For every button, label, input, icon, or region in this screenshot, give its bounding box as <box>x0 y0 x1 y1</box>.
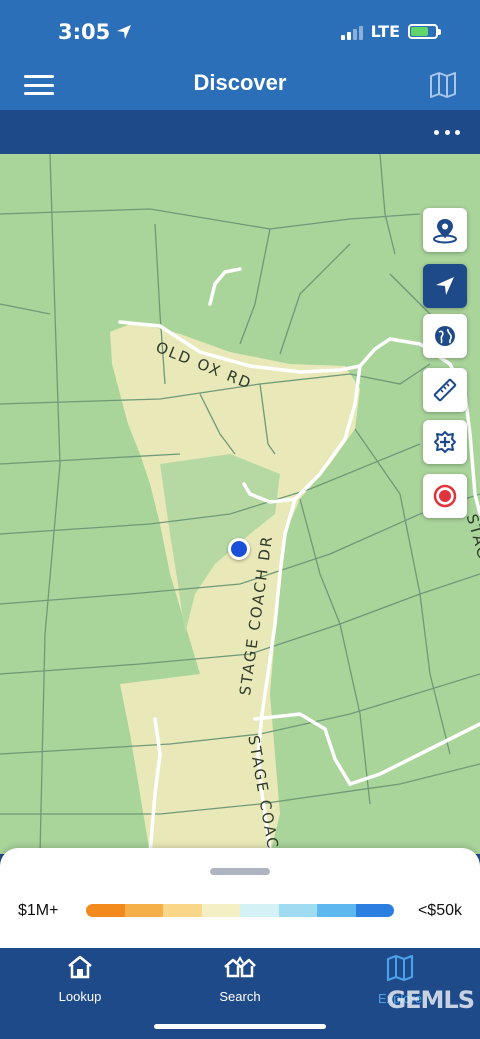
app-header: Discover <box>0 62 480 110</box>
drag-handle[interactable] <box>210 868 270 875</box>
add-marker-button[interactable] <box>423 420 467 464</box>
parcel-map[interactable] <box>0 154 480 854</box>
tab-lookup[interactable]: Lookup <box>30 954 130 1004</box>
location-arrow-icon <box>117 25 132 39</box>
navigation-button[interactable] <box>423 264 467 308</box>
ruler-icon <box>433 378 457 402</box>
legend-color-swatch <box>355 904 394 917</box>
record-icon <box>433 484 457 508</box>
location-pin-icon <box>433 219 457 244</box>
legend-color-swatch <box>317 904 356 917</box>
price-legend-panel: $1M+ <$50k <box>0 848 480 948</box>
page-title: Discover <box>193 70 287 95</box>
globe-button[interactable] <box>423 314 467 358</box>
tab-search[interactable]: Search <box>190 954 290 1004</box>
legend-color-swatch <box>124 904 163 917</box>
location-pin-button[interactable] <box>423 208 467 252</box>
legend-color-swatch <box>240 904 279 917</box>
signal-icon <box>340 24 363 40</box>
more-dots-icon <box>434 129 439 135</box>
time-label: 3:05 <box>58 20 111 44</box>
legend-color-swatch <box>86 904 125 917</box>
add-marker-icon <box>434 431 456 453</box>
tab-label-search: Search <box>219 989 261 1004</box>
tab-label-lookup: Lookup <box>58 989 102 1004</box>
houses-icon <box>224 956 256 978</box>
navigation-arrow-icon <box>436 277 454 295</box>
home-indicator[interactable] <box>154 1024 326 1029</box>
options-bar <box>0 110 480 154</box>
legend-color-swatch <box>163 904 202 917</box>
map-view[interactable]: OLD OX RD STAGE COACH DR STAGE COAC STAG… <box>0 154 480 854</box>
legend-max-label: $1M+ <box>18 902 59 919</box>
folded-map-icon <box>430 72 456 98</box>
ruler-button[interactable] <box>423 368 467 412</box>
status-bar: 3:05 LTE <box>0 0 480 62</box>
legend-color-swatch <box>201 904 240 917</box>
bottom-tab-bar: Lookup Search Explore GEMLS <box>0 948 480 1039</box>
status-time: 3:05 <box>58 20 132 44</box>
home-icon <box>68 955 92 979</box>
gemls-logo: GEMLS <box>386 986 475 1014</box>
legend-color-swatch <box>278 904 317 917</box>
battery-icon <box>408 24 441 39</box>
globe-icon <box>435 326 455 346</box>
more-options-button[interactable] <box>434 122 460 142</box>
map-explore-icon <box>386 954 414 982</box>
record-button[interactable] <box>423 474 467 518</box>
status-indicators: LTE <box>340 22 441 41</box>
legend-color-scale <box>86 904 394 917</box>
network-label: LTE <box>370 22 400 41</box>
current-location-marker[interactable] <box>228 538 250 560</box>
map-view-button[interactable] <box>428 70 458 100</box>
legend-min-label: <$50k <box>417 902 462 919</box>
